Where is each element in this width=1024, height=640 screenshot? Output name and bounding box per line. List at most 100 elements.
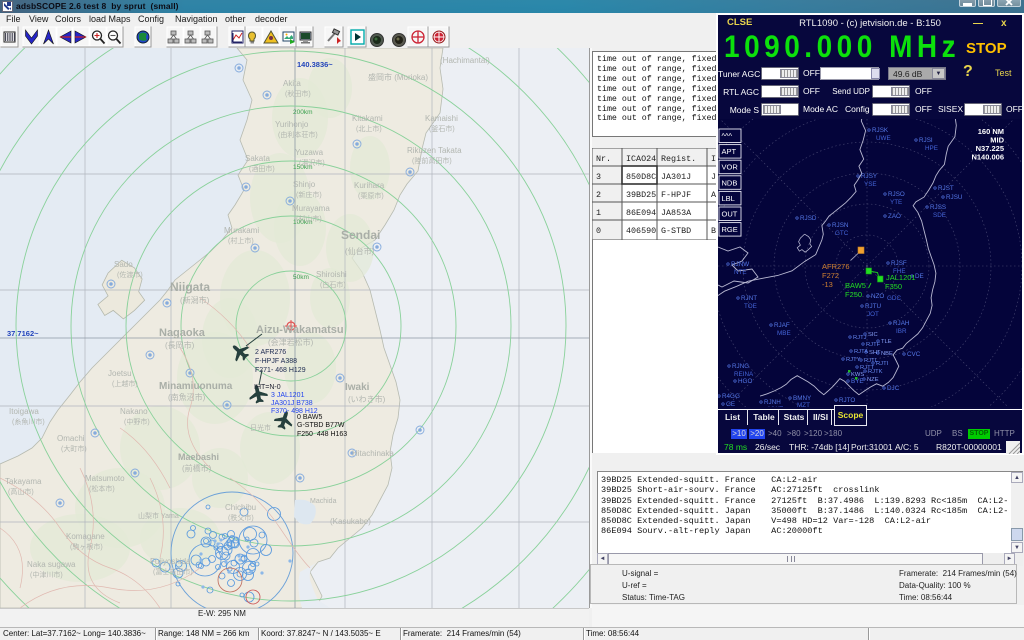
svg-text:JAL1201: JAL1201 — [886, 273, 916, 282]
svg-text:KWS: KWS — [851, 372, 864, 378]
svg-text:RJTF: RJTF — [866, 342, 881, 348]
svg-text:Minamiuonuma: Minamiuonuma — [159, 381, 233, 392]
svg-text:Matsumoto: Matsumoto — [85, 474, 125, 483]
svg-text:ZAO: ZAO — [888, 213, 901, 220]
svg-text:(中津川市): (中津川市) — [30, 570, 63, 579]
svg-text:(村山市): (村山市) — [296, 214, 322, 223]
svg-text:(仙台市): (仙台市) — [345, 246, 375, 256]
svg-text:86E094: 86E094 — [626, 208, 656, 218]
svg-text:(前橋市): (前橋市) — [182, 463, 212, 473]
svg-text:RJTI: RJTI — [876, 361, 889, 367]
svg-text:39BD25: 39BD25 — [626, 190, 656, 200]
svg-text:RGE: RGE — [722, 225, 738, 234]
svg-text:DJC: DJC — [887, 385, 900, 392]
svg-text:REINA: REINA — [734, 371, 754, 378]
svg-text:406590: 406590 — [626, 226, 656, 236]
svg-text:Nagaoka: Nagaoka — [159, 327, 206, 339]
svg-text:Sakata: Sakata — [245, 154, 270, 163]
svg-text:Iwaki: Iwaki — [345, 382, 370, 393]
svg-text:37.7162~: 37.7162~ — [7, 329, 39, 338]
svg-text:(松本市): (松本市) — [89, 484, 115, 493]
svg-text:1: 1 — [596, 208, 601, 218]
svg-text:TLE: TLE — [881, 339, 892, 345]
svg-text:Murakami: Murakami — [224, 226, 259, 235]
svg-text:MBE: MBE — [777, 330, 791, 337]
svg-text:NZO: NZO — [871, 293, 884, 300]
svg-text:(Hachimantai): (Hachimantai) — [440, 56, 490, 65]
svg-text:YSE: YSE — [864, 181, 877, 188]
svg-text:(湯沢市): (湯沢市) — [299, 158, 325, 167]
svg-text:Itoigawa: Itoigawa — [9, 407, 39, 416]
svg-text:NTE: NTE — [734, 269, 747, 276]
svg-text:Kitakami: Kitakami — [352, 114, 383, 123]
svg-text:Takayama: Takayama — [5, 477, 42, 486]
svg-text:0 BAW5: 0 BAW5 — [297, 414, 323, 421]
svg-text:(会津若松市): (会津若松市) — [268, 337, 314, 347]
svg-text:APT: APT — [722, 147, 737, 156]
svg-text:山梨市 Yama: 山梨市 Yama — [138, 511, 179, 520]
svg-text:RJTU: RJTU — [865, 303, 882, 310]
svg-text:BMNY: BMNY — [793, 395, 812, 402]
svg-text:LBL: LBL — [722, 194, 735, 203]
svg-text:RJAF: RJAF — [774, 322, 790, 329]
svg-text:RJSI: RJSI — [919, 137, 933, 144]
svg-text:(釜石市): (釜石市) — [429, 124, 455, 133]
svg-text:Naka sugawa: Naka sugawa — [27, 560, 76, 569]
svg-text:SDE: SDE — [933, 212, 946, 219]
svg-text:UWE: UWE — [876, 135, 891, 142]
svg-text:SIC: SIC — [868, 332, 878, 338]
svg-text:(白石市): (白石市) — [320, 280, 346, 289]
svg-text:JA301J: JA301J — [661, 172, 691, 182]
svg-text:Kamaishi: Kamaishi — [425, 114, 458, 123]
svg-text:Fujiyoshida: Fujiyoshida — [150, 557, 191, 566]
svg-text:Rikuzen Takata: Rikuzen Takata — [407, 146, 462, 155]
svg-text:Nr.: Nr. — [596, 154, 611, 164]
svg-text:F250 448 H163: F250 448 H163 — [297, 431, 347, 438]
svg-text:VOR: VOR — [722, 163, 739, 172]
svg-text:N140.006: N140.006 — [971, 153, 1004, 162]
svg-text:(富士吉田市): (富士吉田市) — [153, 567, 193, 576]
svg-text:YTE: YTE — [890, 199, 902, 206]
svg-text:CVC: CVC — [907, 351, 921, 358]
svg-text:F-HPJF: F-HPJF — [661, 190, 691, 200]
svg-text:(栗原市): (栗原市) — [358, 191, 384, 200]
svg-text:(村上市): (村上市) — [228, 236, 254, 245]
svg-text:ICAO24: ICAO24 — [626, 154, 656, 164]
svg-text:(新庄市): (新庄市) — [296, 190, 322, 199]
svg-text:RJSS: RJSS — [930, 204, 946, 211]
svg-text:RJTO: RJTO — [839, 397, 855, 404]
svg-text:Maebashi: Maebashi — [178, 452, 219, 462]
svg-text:2 AFR276: 2 AFR276 — [255, 349, 286, 356]
svg-text:RJSF: RJSF — [891, 260, 907, 267]
svg-text:(糸魚川市): (糸魚川市) — [12, 417, 45, 426]
svg-text:Akita: Akita — [283, 79, 301, 88]
svg-text:Joetsu: Joetsu — [108, 369, 132, 378]
svg-text:Machida: Machida — [310, 498, 337, 505]
svg-text:TOE: TOE — [744, 303, 757, 310]
svg-text:F-HPJF A388: F-HPJF A388 — [255, 358, 297, 365]
svg-text:(上越市): (上越市) — [112, 379, 138, 388]
svg-text:F250: F250 — [845, 290, 862, 299]
svg-text:NZE: NZE — [867, 377, 879, 383]
svg-text:Sado: Sado — [114, 260, 133, 269]
svg-text:(陸前高田市): (陸前高田市) — [412, 156, 452, 165]
svg-text:G-STBD B77W: G-STBD B77W — [297, 422, 345, 429]
svg-text:日光市: 日光市 — [250, 423, 271, 432]
svg-text:JOT: JOT — [867, 311, 879, 318]
svg-text:NDB: NDB — [722, 178, 738, 187]
svg-text:OUT: OUT — [722, 210, 738, 219]
svg-text:Chichibu: Chichibu — [225, 503, 256, 512]
svg-text:AFR276: AFR276 — [822, 262, 850, 271]
svg-text:RJNT: RJNT — [741, 295, 757, 302]
svg-text:0: 0 — [596, 226, 601, 236]
svg-text:(Kasukabe): (Kasukabe) — [330, 517, 371, 526]
svg-text:(大町市): (大町市) — [61, 444, 87, 453]
svg-text:(中野市): (中野市) — [124, 417, 150, 426]
svg-text:HGO: HGO — [738, 378, 752, 385]
svg-text:G-STBD: G-STBD — [661, 226, 691, 236]
svg-text:RJST: RJST — [938, 185, 954, 192]
svg-text:RJSK: RJSK — [872, 127, 889, 134]
svg-text:RJSO: RJSO — [888, 191, 905, 198]
svg-text:JA301J B738: JA301J B738 — [271, 400, 313, 407]
svg-text:Nakano: Nakano — [120, 407, 148, 416]
